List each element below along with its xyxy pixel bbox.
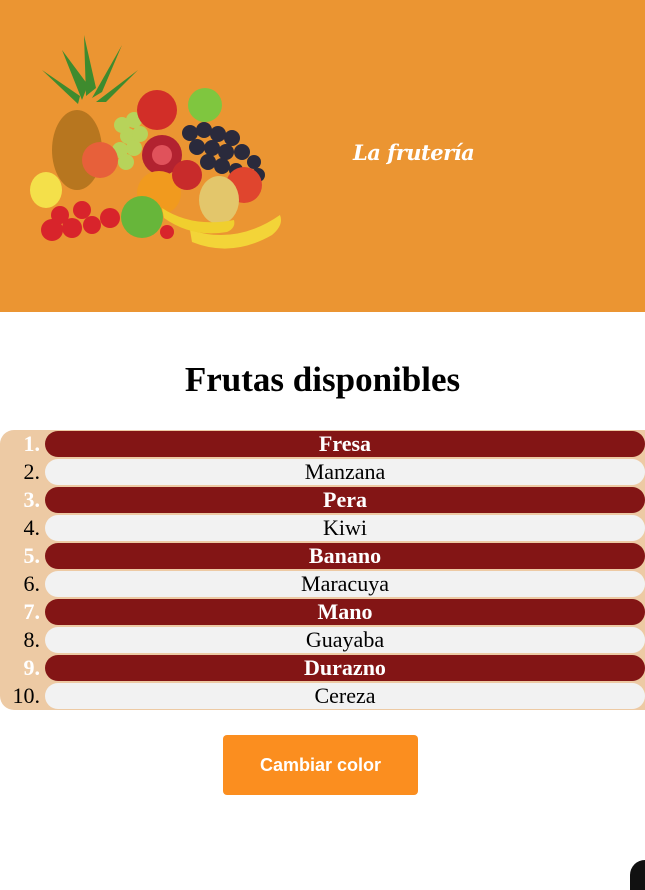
list-item-number: 4. [23, 515, 41, 540]
fruit-list: 1. Fresa 2. Manzana 3. Pera 4. Kiwi 5. Banano 6. Ma… [0, 430, 645, 710]
list-item-fruit-name: Banano [45, 543, 645, 569]
list-item-fruit-name: Pera [45, 487, 645, 513]
list-item-number: 2. [23, 459, 41, 484]
list-item-fruit-name: Manzana [45, 459, 645, 485]
list-item-fruit-name: Durazno [45, 655, 645, 681]
list-item-number: 1. [23, 431, 41, 456]
fruit-basket-image [30, 35, 281, 249]
list-item-number: 9. [23, 655, 41, 680]
list-item-number: 8. [23, 627, 41, 652]
list-item-number: 10. [12, 683, 41, 708]
list-item-fruit-name: Mano [45, 599, 645, 625]
window-corner [630, 860, 645, 890]
list-item: 7. Mano [0, 598, 645, 626]
list-item: 10. Cereza [0, 682, 645, 710]
list-item: 9. Durazno [0, 654, 645, 682]
list-item: 2. Manzana [0, 458, 645, 486]
list-item-fruit-name: Maracuya [45, 571, 645, 597]
list-item: 4. Kiwi [0, 514, 645, 542]
list-item-fruit-name: Cereza [45, 683, 645, 709]
brand-logo-text: La frutería [353, 140, 475, 165]
list-item: 6. Maracuya [0, 570, 645, 598]
list-item-number: 5. [23, 543, 41, 568]
page-title: Frutas disponibles [184, 360, 461, 399]
header-banner: La frutería [0, 0, 645, 312]
fruit-list-container: 1. Fresa 2. Manzana 3. Pera 4. Kiwi 5. Banano 6. Ma… [0, 430, 645, 710]
list-item: 3. Pera [0, 486, 645, 514]
list-item-number: 6. [23, 571, 41, 596]
list-item: 8. Guayaba [0, 626, 645, 654]
list-item-fruit-name: Kiwi [45, 515, 645, 541]
list-item-number: 3. [23, 487, 41, 512]
list-item: 1. Fresa [0, 430, 645, 458]
list-item-fruit-name: Guayaba [45, 627, 645, 653]
list-item-fruit-name: Fresa [45, 431, 645, 457]
change-color-button[interactable]: Cambiar color [223, 735, 418, 795]
list-item: 5. Banano [0, 542, 645, 570]
list-item-number: 7. [23, 599, 41, 624]
